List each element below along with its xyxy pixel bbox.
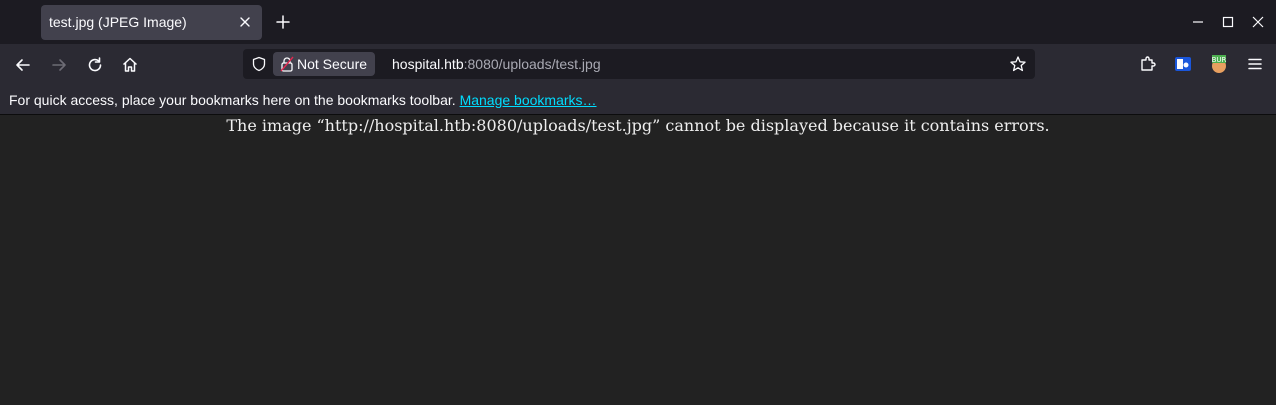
container-extension-icon[interactable] — [1173, 54, 1193, 74]
bookmark-star-icon[interactable] — [1009, 55, 1027, 73]
not-secure-badge[interactable]: Not Secure — [273, 52, 376, 76]
bookmarks-hint: For quick access, place your bookmarks h… — [9, 92, 597, 108]
minimize-icon[interactable] — [1190, 14, 1206, 30]
url-bar[interactable]: Not Secure hospital.htb:8080/uploads/tes… — [243, 49, 1035, 79]
insecure-lock-icon — [280, 56, 294, 72]
forward-arrow-icon[interactable] — [49, 55, 69, 75]
burp-extension-icon[interactable]: BUR — [1209, 54, 1229, 74]
bookmarks-toolbar: For quick access, place your bookmarks h… — [0, 85, 1276, 115]
navigation-toolbar: Not Secure hospital.htb:8080/uploads/tes… — [0, 44, 1276, 85]
manage-bookmarks-link[interactable]: Manage bookmarks… — [460, 92, 597, 108]
not-secure-label: Not Secure — [297, 56, 368, 72]
tab-close-icon[interactable] — [237, 14, 253, 30]
svg-text:BUR: BUR — [1212, 56, 1227, 64]
url-host: hospital.htb — [392, 56, 464, 72]
extensions-puzzle-icon[interactable] — [1138, 54, 1158, 74]
new-tab-plus-icon[interactable] — [274, 13, 292, 31]
url-text[interactable]: hospital.htb:8080/uploads/test.jpg — [392, 56, 601, 72]
home-icon[interactable] — [120, 55, 140, 75]
bookmarks-hint-text: For quick access, place your bookmarks h… — [9, 92, 456, 108]
tracking-protection-shield-icon[interactable] — [251, 56, 267, 72]
tab-bar: test.jpg (JPEG Image) — [0, 0, 1276, 44]
maximize-icon[interactable] — [1220, 14, 1236, 30]
page-content: The image “http://hospital.htb:8080/uplo… — [0, 115, 1276, 405]
window-close-icon[interactable] — [1250, 14, 1266, 30]
tab-title: test.jpg (JPEG Image) — [49, 14, 187, 30]
image-error-message: The image “http://hospital.htb:8080/uplo… — [226, 116, 1050, 135]
hamburger-menu-icon[interactable] — [1245, 54, 1265, 74]
url-path: :8080/uploads/test.jpg — [463, 56, 601, 72]
reload-icon[interactable] — [85, 55, 105, 75]
back-arrow-icon[interactable] — [13, 55, 33, 75]
tab-active[interactable]: test.jpg (JPEG Image) — [41, 5, 262, 40]
